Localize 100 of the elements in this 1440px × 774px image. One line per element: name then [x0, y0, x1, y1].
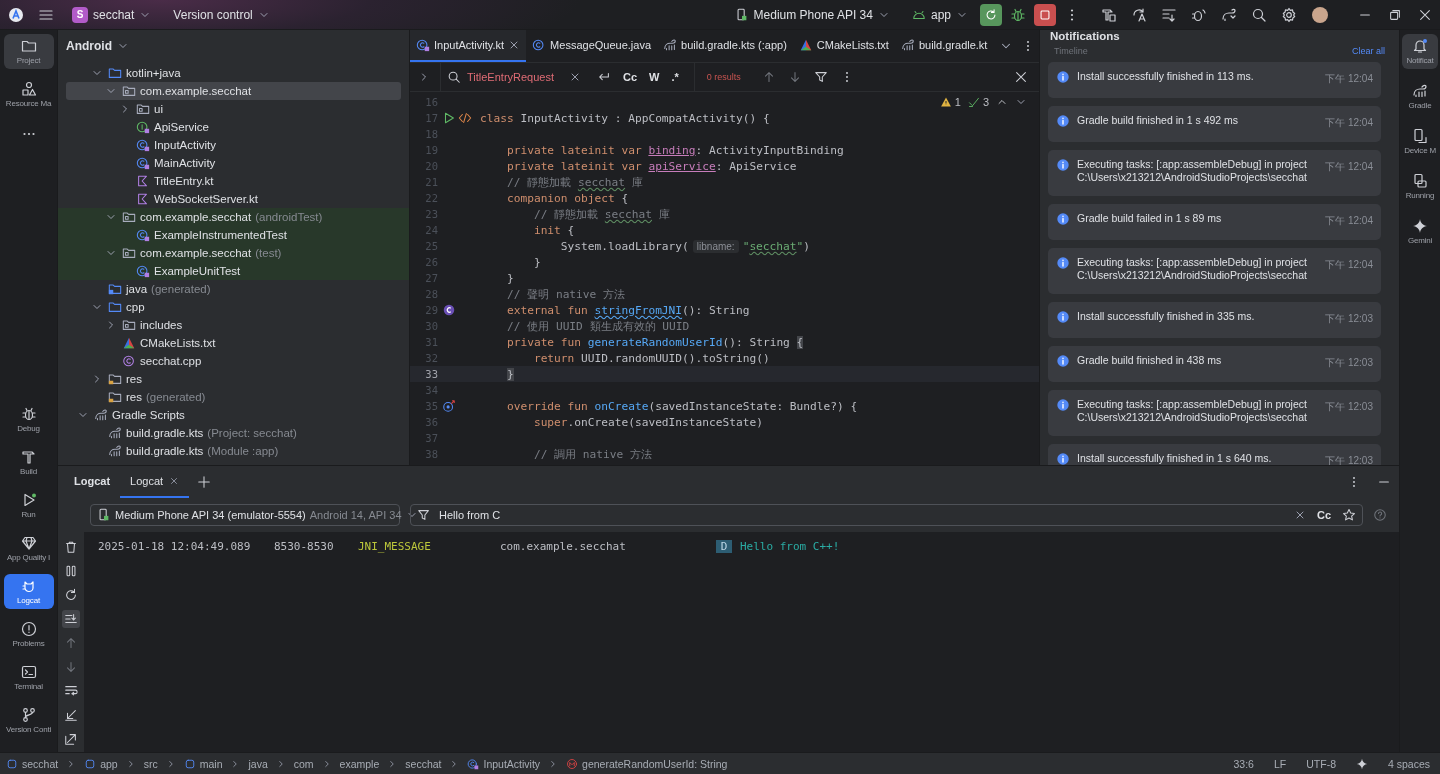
tree-item[interactable]: cpp — [66, 298, 401, 316]
stop-button[interactable] — [1034, 3, 1056, 26]
tool-window-button[interactable]: Project — [3, 34, 54, 69]
rerun-button[interactable] — [980, 3, 1002, 26]
notification-card[interactable]: Install successfully finished in 113 ms. 下午 12:04 — [1048, 62, 1381, 98]
override-icon[interactable] — [442, 399, 456, 413]
tree-item[interactable]: build.gradle.kts (Project: secchat) — [66, 424, 401, 442]
breadcrumb[interactable]: main — [183, 757, 223, 770]
device-selector[interactable]: Medium Phone API 34 — [730, 4, 894, 25]
editor-tab[interactable]: CMakeLists.txt — [792, 30, 895, 62]
bug-icon[interactable] — [1010, 6, 1026, 23]
tree-item[interactable]: com.example.secchat — [66, 82, 401, 100]
caret-position[interactable]: 33:6 — [1233, 757, 1254, 770]
tool-window-button[interactable]: Run — [3, 488, 54, 523]
avatar[interactable] — [1312, 6, 1328, 23]
tree-item[interactable]: build.gradle.kts (Module :app) — [66, 442, 401, 460]
tool-window-button[interactable]: Gemini — [1402, 214, 1438, 249]
star-icon[interactable] — [1342, 508, 1356, 522]
hammer-file-icon[interactable] — [1101, 6, 1117, 23]
notification-card[interactable]: Executing tasks: [:app:assembleDebug] in project C:\Users\x213212\AndroidStudioProjects\secchat 下午 12:04 — [1048, 150, 1381, 196]
translate-icon[interactable] — [1131, 6, 1147, 23]
project-selector[interactable]: S secchat — [68, 3, 156, 26]
list-icon[interactable] — [1161, 6, 1177, 23]
tool-window-button[interactable]: Notificat — [1402, 34, 1438, 69]
tool-window-button[interactable]: Running — [1402, 169, 1438, 204]
tool-window-button[interactable]: Logcat — [3, 574, 54, 609]
tree-item[interactable]: WebSocketServer.kt — [66, 190, 401, 208]
settings-icon[interactable] — [1281, 6, 1297, 23]
search-icon[interactable] — [1251, 6, 1267, 23]
restore-icon[interactable] — [1388, 7, 1402, 22]
indent-setting[interactable]: 4 spaces — [1387, 757, 1430, 770]
logcat-filter-field[interactable]: Hello from C Cc — [410, 504, 1363, 526]
help-icon[interactable] — [1373, 508, 1387, 522]
file-encoding[interactable]: UTF-8 — [1306, 757, 1336, 770]
close-icon[interactable] — [1014, 70, 1028, 84]
notification-card[interactable]: Executing tasks: [:app:assembleDebug] in project C:\Users\x213212\AndroidStudioProjects\secchat 下午 12:03 — [1048, 390, 1381, 436]
tree-item[interactable]: secchat.cpp — [66, 352, 401, 370]
close-icon[interactable] — [169, 476, 180, 486]
native-icon[interactable] — [442, 303, 456, 317]
run-icon[interactable] — [442, 111, 456, 125]
breadcrumb[interactable]: app — [84, 757, 118, 770]
tree-item[interactable]: MainActivity — [66, 154, 401, 172]
scroll-to-end-icon[interactable] — [62, 610, 80, 628]
breadcrumb[interactable]: src — [143, 757, 158, 770]
breadcrumb[interactable]: generateRandomUserId: String — [566, 757, 728, 770]
find-field[interactable]: TitleEntryRequest — [440, 63, 588, 91]
tree-item[interactable]: res (generated) — [66, 388, 401, 406]
tree-item[interactable]: Gradle Scripts — [66, 406, 401, 424]
tree-item[interactable]: CMakeLists.txt — [66, 334, 401, 352]
sparkle-icon[interactable] — [1355, 757, 1368, 770]
notification-card[interactable]: Executing tasks: [:app:assembleDebug] in project C:\Users\x213212\AndroidStudioProjects\secchat 下午 12:04 — [1048, 248, 1381, 294]
breadcrumb[interactable]: java — [248, 757, 268, 770]
filter-icon[interactable] — [813, 70, 828, 84]
plus-icon[interactable] — [197, 475, 212, 489]
close-icon[interactable] — [1418, 7, 1432, 22]
find-option-toggle[interactable]: .* — [668, 69, 682, 85]
close-icon[interactable] — [569, 71, 581, 83]
find-option-toggle[interactable]: Cc — [620, 69, 641, 85]
tool-window-button[interactable]: App Quality I — [3, 531, 54, 566]
notification-card[interactable]: Gradle build finished in 438 ms 下午 12:03 — [1048, 346, 1381, 382]
match-case-toggle[interactable]: Cc — [1313, 507, 1334, 523]
run-config-selector[interactable]: app — [907, 4, 972, 25]
tree-item[interactable]: InputActivity — [66, 136, 401, 154]
gradle-sync-icon[interactable] — [1221, 6, 1237, 23]
tree-item[interactable]: TitleEntry.kt — [66, 172, 401, 190]
notification-card[interactable]: Install successfully finished in 1 s 640 ms. 下午 12:03 — [1048, 444, 1381, 465]
breadcrumb[interactable]: example — [339, 757, 380, 770]
code-icon[interactable] — [458, 111, 472, 125]
logcat-tab[interactable]: Logcat — [64, 466, 121, 498]
tool-window-button[interactable]: Device M — [1402, 124, 1438, 159]
notification-card[interactable]: Gradle build failed in 1 s 89 ms 下午 12:04 — [1048, 204, 1381, 240]
clear-all-link[interactable]: Clear all — [1352, 46, 1385, 56]
breadcrumb[interactable]: InputActivity — [467, 757, 541, 770]
tree-item[interactable]: java (generated) — [66, 280, 401, 298]
tool-window-button[interactable]: Debug — [3, 402, 54, 437]
tree-item[interactable]: res — [66, 370, 401, 388]
editor-tab[interactable]: build.gradle.kts (:app) — [657, 30, 793, 62]
breadcrumb[interactable]: com — [293, 757, 314, 770]
line-separator[interactable]: LF — [1273, 757, 1287, 770]
editor-tab[interactable]: MessageQueue.java — [526, 30, 657, 62]
logo-icon[interactable] — [8, 6, 24, 23]
find-option-toggle[interactable]: W — [646, 69, 663, 85]
tool-window-button[interactable]: Problems — [3, 617, 54, 652]
tree-item[interactable]: ApiService — [66, 118, 401, 136]
tool-window-button[interactable]: Gradle — [1402, 79, 1438, 114]
tool-window-button[interactable]: Terminal — [3, 660, 54, 695]
tool-window-button[interactable]: Version Conti — [3, 703, 54, 738]
tree-item[interactable]: ui — [66, 100, 401, 118]
tool-window-button[interactable]: Resource Ma — [3, 77, 54, 112]
breadcrumb[interactable]: secchat — [6, 757, 59, 770]
editor-tab[interactable]: InputActivity.kt — [410, 30, 527, 62]
version-control-menu[interactable]: Version control — [169, 4, 274, 25]
editor-tab[interactable]: build.gradle.kt — [894, 30, 994, 62]
project-view-selector[interactable]: Android — [66, 39, 112, 53]
tree-item[interactable]: includes — [66, 316, 401, 334]
notification-card[interactable]: Gradle build finished in 1 s 492 ms 下午 12:04 — [1048, 106, 1381, 142]
breadcrumb[interactable]: secchat — [405, 757, 442, 770]
tree-item[interactable]: kotlin+java — [66, 64, 401, 82]
tool-window-button[interactable]: Build — [3, 445, 54, 480]
notification-card[interactable]: Install successfully finished in 335 ms. 下午 12:03 — [1048, 302, 1381, 338]
